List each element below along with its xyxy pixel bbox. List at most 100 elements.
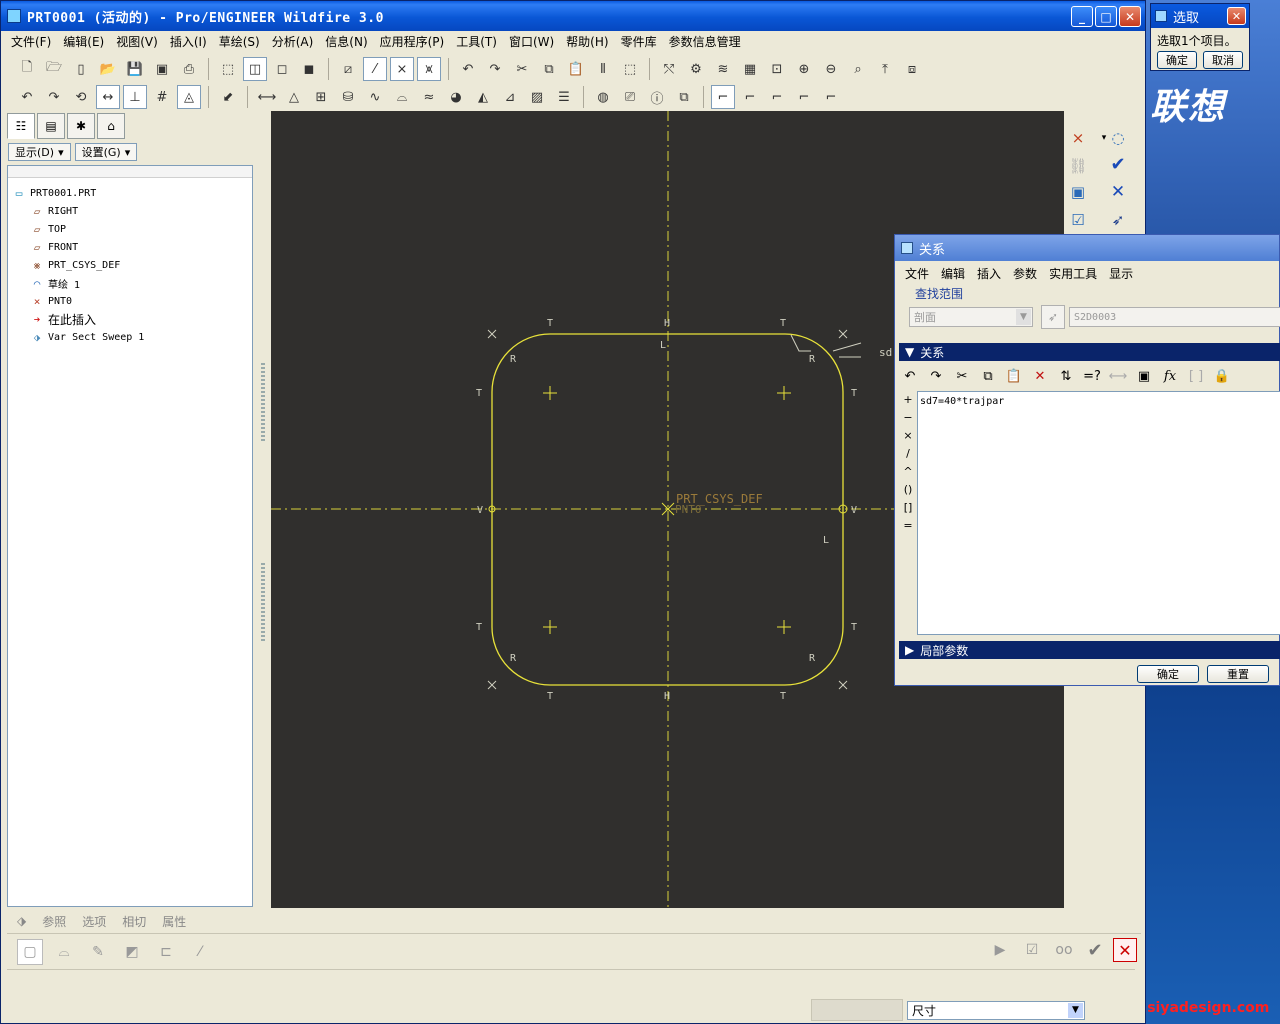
glasses-icon[interactable]: oo <box>1051 937 1077 963</box>
op-multiply[interactable]: × <box>901 429 915 447</box>
wave-icon[interactable]: ≈ <box>417 85 441 109</box>
menu-insert[interactable]: 插入(I) <box>164 33 213 50</box>
saved-views-icon[interactable]: ⧈ <box>900 57 924 81</box>
color-icon[interactable]: ◕ <box>444 85 468 109</box>
op-divide[interactable]: / <box>901 447 915 465</box>
menu-tools[interactable]: 工具(T) <box>450 33 503 50</box>
panel-splitter[interactable] <box>257 113 271 907</box>
dimension-leader[interactable] <box>790 334 862 358</box>
save-icon[interactable]: 💾 <box>123 57 147 81</box>
menu-edit[interactable]: 编辑(E) <box>57 33 110 50</box>
select-box-icon[interactable]: ⬚ <box>618 57 642 81</box>
layers-icon[interactable]: ≋ <box>711 57 735 81</box>
pick-arrow-icon[interactable]: ➶ <box>1041 305 1065 329</box>
datum-planes-icon[interactable]: ⧄ <box>336 57 360 81</box>
op-parens[interactable]: () <box>901 483 915 501</box>
hatch-icon[interactable]: ▨ <box>525 85 549 109</box>
print-icon[interactable]: ⎙ <box>177 57 201 81</box>
dimension-icon[interactable]: ⟷ <box>255 85 279 109</box>
disp-constraints-icon[interactable]: ⊥ <box>123 85 147 109</box>
menu-file[interactable]: 文件(F) <box>5 33 57 50</box>
zoom-in-icon[interactable]: ⊕ <box>792 57 816 81</box>
select-arrow-icon[interactable]: ➶ <box>1105 207 1131 233</box>
menu-param-info[interactable]: 参数信息管理 <box>663 33 747 50</box>
model-tree-tab-icon[interactable]: ☷ <box>7 113 35 139</box>
menu-info[interactable]: 信息(N) <box>319 33 373 50</box>
copy-icon[interactable]: ⧉ <box>977 365 999 387</box>
circle-tool-icon[interactable]: ◌ <box>1105 125 1131 151</box>
op-equals[interactable]: = <box>901 519 915 537</box>
sketch-orient-icon[interactable]: ⬋ <box>216 85 240 109</box>
scale-icon[interactable]: ⊿ <box>498 85 522 109</box>
tree-item[interactable]: ⨳ PRT_CSYS_DEF <box>30 257 121 274</box>
tab-tangency[interactable]: 相切 <box>116 913 152 930</box>
scope-id-field[interactable]: S2D0003 <box>1069 307 1280 327</box>
menu-help[interactable]: 帮助(H) <box>560 33 614 50</box>
datum-axes-icon[interactable]: ⁄ <box>363 57 387 81</box>
thicken-icon[interactable]: ⊏ <box>153 939 179 965</box>
surface-icon[interactable]: ⌓ <box>390 85 414 109</box>
globe-icon[interactable]: ◍ <box>591 85 615 109</box>
relations-section-header[interactable]: ▼ 关系 <box>899 343 1280 361</box>
sel-mode-3-icon[interactable]: ⌐ <box>765 85 789 109</box>
cancel-sketch-icon[interactable]: ✕ <box>1105 179 1131 205</box>
relations-titlebar[interactable]: 关系 <box>895 235 1279 261</box>
relations-editor[interactable]: sd7=40*trajpar <box>917 391 1280 635</box>
undo-icon[interactable]: ↶ <box>899 365 921 387</box>
page-icon[interactable]: ▯ <box>69 57 93 81</box>
copy-icon[interactable]: ⧉ <box>537 57 561 81</box>
link-tool-icon[interactable]: ⛓ <box>1065 153 1091 179</box>
relations-icon[interactable]: ⤲ <box>657 57 681 81</box>
dimension-display-icon[interactable]: ⟷ <box>1107 365 1129 387</box>
trajectory-icon[interactable]: ⁄ <box>187 939 213 965</box>
tree-item[interactable]: ▱ RIGHT <box>30 203 78 220</box>
csys-display-icon[interactable]: ⩙ <box>417 57 441 81</box>
refit-icon[interactable]: ⊡ <box>765 57 789 81</box>
rel-menu-file[interactable]: 文件 <box>899 265 935 282</box>
redo-icon[interactable]: ↷ <box>925 365 947 387</box>
cut-icon[interactable]: ✂ <box>510 57 534 81</box>
wireframe-icon[interactable]: ⬚ <box>216 57 240 81</box>
evaluate-icon[interactable]: =? <box>1081 365 1103 387</box>
menu-part-library[interactable]: 零件库 <box>615 33 663 50</box>
render-icon[interactable]: ◭ <box>471 85 495 109</box>
redo-icon[interactable]: ↷ <box>483 57 507 81</box>
open-icon[interactable]: 🗁 <box>42 57 66 81</box>
preview-icon[interactable]: ☑ <box>1019 937 1045 963</box>
shading-icon[interactable]: ◼ <box>297 57 321 81</box>
brackets-icon[interactable]: [ ] <box>1185 365 1207 387</box>
disp-grid-icon[interactable]: # <box>150 85 174 109</box>
minimize-button[interactable]: _ <box>1071 6 1093 27</box>
function-icon[interactable]: fx <box>1159 365 1181 387</box>
switch-dims-icon[interactable]: ⇅ <box>1055 365 1077 387</box>
save-copy-icon[interactable]: ▣ <box>150 57 174 81</box>
new-icon[interactable]: 🗋 <box>15 57 39 81</box>
remove-material-icon[interactable]: ◩ <box>119 939 145 965</box>
sel-mode-1-icon[interactable]: ⌐ <box>711 85 735 109</box>
disp-vertices-icon[interactable]: ◬ <box>177 85 201 109</box>
view-manager-icon[interactable]: ▦ <box>738 57 762 81</box>
sketch-setup-icon[interactable]: ⟲ <box>69 85 93 109</box>
relations-ok-button[interactable]: 确定 <box>1137 665 1199 683</box>
tree-item[interactable]: ➔ 在此插入 <box>30 311 96 328</box>
dropdown-arrow-icon[interactable]: ▼ <box>1068 1002 1083 1018</box>
folder-browser-tab-icon[interactable]: ▤ <box>37 113 65 139</box>
tree-item[interactable]: ⬗ Var Sect Sweep 1 <box>30 329 145 346</box>
local-params-header[interactable]: ▶ 局部参数 <box>899 641 1280 659</box>
cut-icon[interactable]: ✂ <box>951 365 973 387</box>
maximize-button[interactable]: □ <box>1095 6 1117 27</box>
verify-icon[interactable]: ▣ <box>1133 365 1155 387</box>
undo-icon[interactable]: ↶ <box>456 57 480 81</box>
palette-icon[interactable]: ▣ <box>1065 179 1091 205</box>
close-button[interactable]: ✕ <box>1119 6 1141 27</box>
select-cancel-button[interactable]: 取消 <box>1203 51 1243 69</box>
sel-mode-5-icon[interactable]: ⌐ <box>819 85 843 109</box>
pages-icon[interactable]: ⧉ <box>672 85 696 109</box>
menu-window[interactable]: 窗口(W) <box>503 33 560 50</box>
sel-mode-4-icon[interactable]: ⌐ <box>792 85 816 109</box>
sketch-dash-icon[interactable]: ✎ <box>85 939 111 965</box>
selection-filter[interactable]: 尺寸 ▼ <box>907 1000 1085 1020</box>
op-minus[interactable]: − <box>901 411 915 429</box>
solid-icon[interactable]: ▢ <box>17 938 43 965</box>
surface-dash-icon[interactable]: ⌓ <box>51 939 77 965</box>
